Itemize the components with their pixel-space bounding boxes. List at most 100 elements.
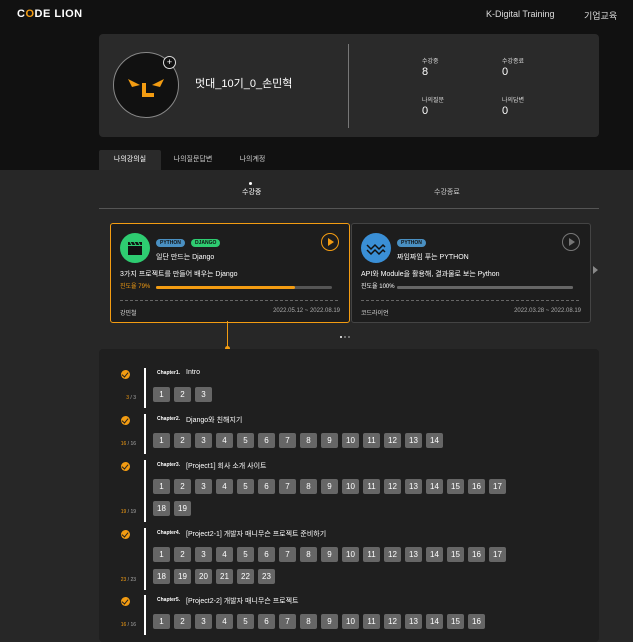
lesson-box[interactable]: 14 [426, 547, 443, 562]
tab-my-classroom[interactable]: 나의강의실 [99, 150, 161, 170]
lesson-box[interactable]: 20 [195, 569, 212, 584]
lesson-box[interactable]: 2 [174, 479, 191, 494]
lesson-box[interactable]: 4 [216, 479, 233, 494]
lesson-box[interactable]: 5 [237, 547, 254, 562]
chapter-label: Chapter1. [157, 370, 181, 376]
lesson-box[interactable]: 6 [258, 614, 275, 629]
lesson-box[interactable]: 1 [153, 387, 170, 402]
stat-completed: 수강종료 0 [502, 56, 524, 78]
subtab-in-progress[interactable]: 수강중 [242, 187, 261, 197]
lesson-box[interactable]: 4 [216, 614, 233, 629]
lesson-box[interactable]: 6 [258, 547, 275, 562]
lesson-box[interactable]: 23 [258, 569, 275, 584]
lesson-box[interactable]: 3 [195, 433, 212, 448]
lesson-box[interactable]: 14 [426, 433, 443, 448]
tab-my-qna[interactable]: 나의질문답변 [162, 150, 224, 170]
lesson-box[interactable]: 5 [237, 479, 254, 494]
lesson-box[interactable]: 5 [237, 614, 254, 629]
course-card[interactable]: PYTHON DJANGO 일단 만드는 Django 3가지 프로젝트를 만들… [110, 223, 350, 323]
lesson-box[interactable]: 11 [363, 547, 380, 562]
lesson-box[interactable]: 12 [384, 479, 401, 494]
lesson-box[interactable]: 13 [405, 547, 422, 562]
lesson-box[interactable]: 2 [174, 614, 191, 629]
lesson-box[interactable]: 16 [468, 479, 485, 494]
lesson-box[interactable]: 6 [258, 433, 275, 448]
lesson-box[interactable]: 8 [300, 433, 317, 448]
lesson-box[interactable]: 21 [216, 569, 233, 584]
lesson-box[interactable]: 11 [363, 614, 380, 629]
lesson-box[interactable]: 10 [342, 547, 359, 562]
carousel-next-icon[interactable] [593, 266, 598, 274]
lesson-box[interactable]: 1 [153, 433, 170, 448]
clapperboard-icon [120, 233, 150, 263]
nav-corporate-education[interactable]: 기업교육 [584, 9, 617, 22]
lesson-box[interactable]: 18 [153, 501, 170, 516]
add-avatar-icon[interactable]: + [163, 56, 176, 69]
lesson-box[interactable]: 4 [216, 433, 233, 448]
lesson-box[interactable]: 9 [321, 433, 338, 448]
chapter-title: Intro [186, 369, 201, 376]
carousel-dot[interactable] [348, 336, 350, 338]
lesson-box[interactable]: 8 [300, 547, 317, 562]
course-title: 짜임짜임 푸는 PYTHON [397, 254, 469, 261]
lesson-box[interactable]: 2 [174, 433, 191, 448]
lesson-box[interactable]: 6 [258, 479, 275, 494]
check-icon [121, 530, 130, 539]
lesson-box[interactable]: 18 [153, 569, 170, 584]
lesson-box[interactable]: 10 [342, 614, 359, 629]
lesson-box[interactable]: 5 [237, 433, 254, 448]
lesson-box[interactable]: 19 [174, 501, 191, 516]
lesson-box[interactable]: 1 [153, 614, 170, 629]
lesson-box[interactable]: 13 [405, 614, 422, 629]
lesson-box[interactable]: 11 [363, 479, 380, 494]
lesson-box[interactable]: 14 [426, 614, 443, 629]
lesson-box[interactable]: 10 [342, 433, 359, 448]
logo[interactable]: CODE LION [17, 8, 83, 20]
lesson-box[interactable]: 9 [321, 547, 338, 562]
lesson-box[interactable]: 14 [426, 479, 443, 494]
lesson-box[interactable]: 7 [279, 479, 296, 494]
nav-k-digital-training[interactable]: K-Digital Training [486, 9, 555, 19]
lesson-box[interactable]: 19 [174, 569, 191, 584]
play-icon[interactable] [321, 233, 339, 251]
lesson-box[interactable]: 3 [195, 547, 212, 562]
lesson-box[interactable]: 10 [342, 479, 359, 494]
course-card[interactable]: PYTHON 짜임짜임 푸는 PYTHON API와 Module을 활용해, … [351, 223, 591, 323]
subtab-completed[interactable]: 수강종료 [434, 187, 460, 197]
lesson-box[interactable]: 17 [489, 479, 506, 494]
lesson-box[interactable]: 2 [174, 547, 191, 562]
lesson-box[interactable]: 3 [195, 479, 212, 494]
lesson-box[interactable]: 12 [384, 547, 401, 562]
lesson-box[interactable]: 12 [384, 433, 401, 448]
lesson-box[interactable]: 7 [279, 614, 296, 629]
carousel-dot[interactable] [340, 336, 342, 338]
lesson-box[interactable]: 7 [279, 547, 296, 562]
lesson-box[interactable]: 16 [468, 614, 485, 629]
lesson-box[interactable]: 1 [153, 479, 170, 494]
lesson-box[interactable]: 13 [405, 479, 422, 494]
chapter-label: Chapter5. [157, 597, 181, 603]
lesson-box[interactable]: 8 [300, 479, 317, 494]
lesson-box[interactable]: 9 [321, 614, 338, 629]
lesson-box[interactable]: 9 [321, 479, 338, 494]
lesson-box[interactable]: 8 [300, 614, 317, 629]
lesson-box[interactable]: 11 [363, 433, 380, 448]
lesson-box[interactable]: 2 [174, 387, 191, 402]
lesson-box[interactable]: 15 [447, 479, 464, 494]
lesson-box[interactable]: 15 [447, 547, 464, 562]
lesson-box[interactable]: 4 [216, 547, 233, 562]
lesson-box[interactable]: 3 [195, 614, 212, 629]
play-icon[interactable] [562, 233, 580, 251]
carousel-dot[interactable] [344, 336, 346, 338]
tab-my-account[interactable]: 나의계정 [225, 150, 280, 170]
lesson-box[interactable]: 16 [468, 547, 485, 562]
lesson-box[interactable]: 7 [279, 433, 296, 448]
lesson-box[interactable]: 3 [195, 387, 212, 402]
chapter-label: Chapter2. [157, 416, 181, 422]
lesson-box[interactable]: 12 [384, 614, 401, 629]
lesson-box[interactable]: 17 [489, 547, 506, 562]
lesson-box[interactable]: 15 [447, 614, 464, 629]
lesson-box[interactable]: 1 [153, 547, 170, 562]
lesson-box[interactable]: 13 [405, 433, 422, 448]
lesson-box[interactable]: 22 [237, 569, 254, 584]
